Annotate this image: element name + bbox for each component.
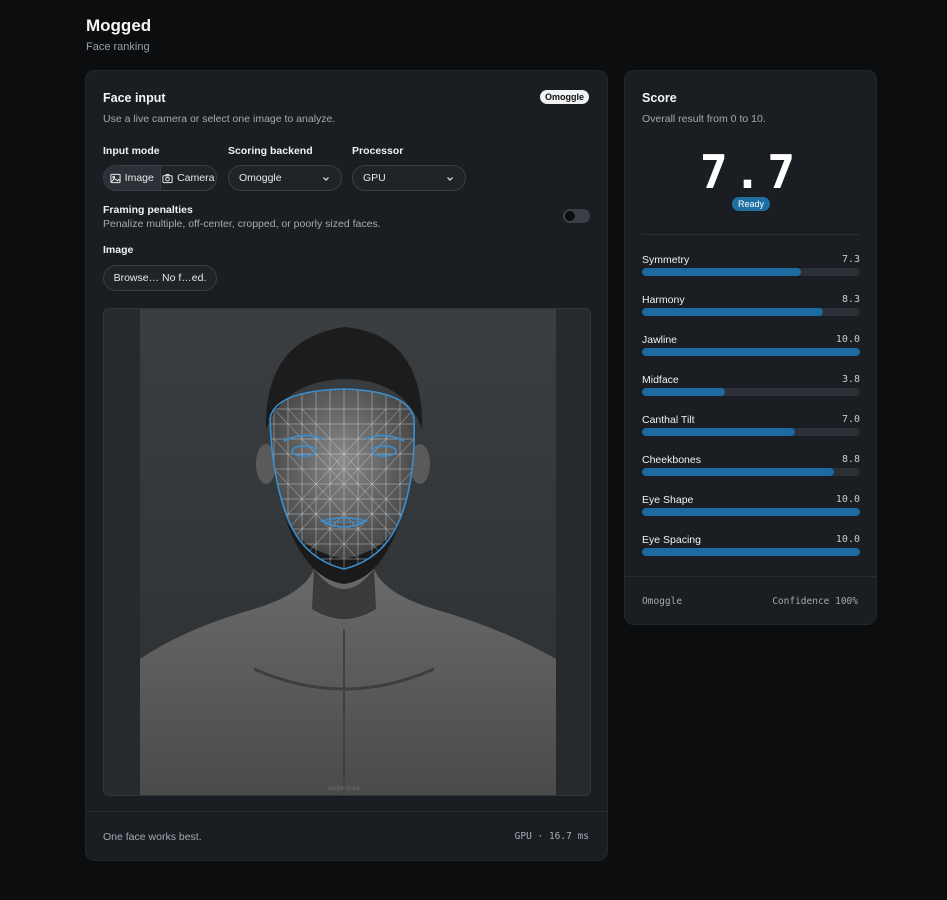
backend-badge: Omoggle (539, 90, 589, 104)
score-title: Score (642, 91, 677, 105)
face-preview: MERWYLDR (103, 308, 591, 796)
metric-row: Jawline 10.0 (642, 334, 860, 364)
input-card-footer: One face works best. GPU · 16.7 ms (86, 811, 607, 860)
metric-bar-fill (642, 388, 725, 396)
metric-row: Harmony 8.3 (642, 294, 860, 324)
metric-row: Canthal Tilt 7.0 (642, 414, 860, 444)
footer-hint: One face works best. (103, 831, 202, 843)
input-mode-image-label: Image (124, 172, 154, 184)
metric-bar-fill (642, 468, 834, 476)
metric-value: 10.0 (835, 534, 860, 545)
processor-select[interactable]: GPU (352, 165, 466, 191)
input-mode-switch: Image Camera (103, 165, 217, 191)
face-input-card: Face input Omoggle Use a live camera or … (85, 70, 608, 861)
metric-name: Canthal Tilt (642, 414, 695, 426)
toggle-knob (565, 211, 575, 221)
metric-bar-track (642, 428, 860, 436)
metric-row: Eye Spacing 10.0 (642, 534, 860, 564)
framing-penalties-toggle[interactable] (563, 209, 590, 223)
card-description: Use a live camera or select one image to… (103, 113, 336, 125)
chevron-down-icon (447, 177, 453, 181)
overall-score: 7.7 (699, 145, 802, 199)
metric-name: Symmetry (642, 254, 690, 266)
score-card: Score Overall result from 0 to 10. 7.7 R… (624, 70, 877, 625)
metric-bar-track (642, 468, 860, 476)
metric-bar-fill (642, 308, 823, 316)
framing-penalties-description: Penalize multiple, off-center, cropped, … (103, 218, 381, 230)
image-watermark: MERWYLDR (328, 786, 360, 792)
face-analysis-image: MERWYLDR (104, 309, 590, 795)
image-label: Image (103, 244, 134, 256)
footer-backend: Omoggle (642, 596, 683, 607)
metric-value: 7.3 (841, 254, 860, 265)
metric-bar-track (642, 268, 860, 276)
scoring-backend-select[interactable]: Omoggle (228, 165, 342, 191)
metric-row: Symmetry 7.3 (642, 254, 860, 284)
metric-bar-fill (642, 548, 860, 556)
divider (642, 234, 859, 235)
metric-value: 10.0 (835, 494, 860, 505)
metric-name: Jawline (642, 334, 678, 346)
metric-bar-fill (642, 508, 860, 516)
card-title: Face input (103, 91, 166, 105)
score-description: Overall result from 0 to 10. (642, 113, 766, 125)
metric-value: 10.0 (835, 334, 860, 345)
image-icon (110, 173, 121, 183)
metric-value: 8.8 (841, 454, 860, 465)
input-mode-camera-label: Camera (177, 172, 215, 184)
metric-bar-fill (642, 428, 795, 436)
metric-bar-track (642, 388, 860, 396)
metric-name: Eye Spacing (642, 534, 701, 546)
metric-bar-fill (642, 268, 802, 276)
input-mode-image[interactable]: Image (104, 166, 160, 190)
metric-bar-fill (642, 348, 860, 356)
scoring-backend-value: Omoggle (239, 172, 282, 184)
processor-label: Processor (352, 145, 404, 157)
scoring-backend-label: Scoring backend (228, 145, 313, 157)
metric-row: Midface 3.8 (642, 374, 860, 404)
metric-name: Eye Shape (642, 494, 694, 506)
metric-row: Eye Shape 10.0 (642, 494, 860, 524)
metric-row: Cheekbones 8.8 (642, 454, 860, 484)
metric-bar-track (642, 508, 860, 516)
metric-name: Harmony (642, 294, 685, 306)
metric-bar-track (642, 348, 860, 356)
camera-icon (162, 173, 173, 183)
metric-bar-track (642, 308, 860, 316)
processor-value: GPU (363, 172, 386, 184)
app-subtitle: Face ranking (86, 41, 150, 53)
metric-name: Cheekbones (642, 454, 701, 466)
metric-value: 8.3 (841, 294, 860, 305)
chevron-down-icon (323, 177, 329, 181)
file-browse-button[interactable]: Browse… No f…ed. (103, 265, 217, 291)
footer-confidence: Confidence 100% (772, 596, 858, 607)
input-mode-label: Input mode (103, 145, 160, 157)
metric-name: Midface (642, 374, 679, 386)
metric-value: 3.8 (841, 374, 860, 385)
status-badge: Ready (732, 197, 770, 211)
app-title: Mogged (86, 16, 152, 35)
input-mode-camera[interactable]: Camera (159, 166, 217, 190)
metric-value: 7.0 (841, 414, 860, 425)
metric-bar-track (642, 548, 860, 556)
footer-timing: GPU · 16.7 ms (514, 831, 589, 842)
score-card-footer: Omoggle Confidence 100% (625, 576, 876, 624)
framing-penalties-label: Framing penalties (103, 204, 193, 216)
